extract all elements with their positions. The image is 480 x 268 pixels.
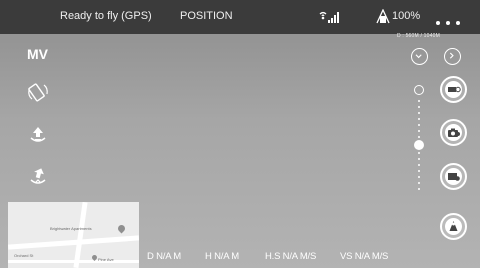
gimbal-reset-icon[interactable] <box>414 85 424 95</box>
flight-status[interactable]: Ready to fly (GPS) <box>60 10 152 22</box>
map-toggle-icon <box>445 218 462 235</box>
orientation-icon[interactable] <box>26 80 50 104</box>
battery-percent: 100% <box>392 10 421 22</box>
playback-icon <box>445 168 462 185</box>
gimbal-slider-handle[interactable] <box>414 140 424 150</box>
distance-readout: D : 560M / 1040M <box>397 33 440 39</box>
chevron-down-icon[interactable] <box>411 48 428 65</box>
flight-mode: POSITION <box>180 10 233 22</box>
camera-icon <box>445 124 462 141</box>
map-road <box>73 202 88 268</box>
video-mode-button[interactable] <box>440 76 467 103</box>
map-street-label: Orchard St <box>14 253 34 258</box>
mini-map[interactable]: Brightwater Apartments Orchard St Pine A… <box>8 202 139 268</box>
telemetry-vertical-speed: VS N/A M/S <box>340 251 389 262</box>
map-pin-icon <box>116 223 127 234</box>
map-road <box>8 260 139 263</box>
capture-button[interactable] <box>440 119 467 146</box>
telemetry-distance: D N/A M <box>147 251 181 262</box>
more-icon[interactable] <box>436 12 466 25</box>
map-road-label: Pine Ave <box>98 257 114 262</box>
status-bar: Ready to fly (GPS) POSITION 100% <box>0 0 480 34</box>
video-mode-icon <box>445 81 462 98</box>
playback-button[interactable] <box>440 163 467 190</box>
telemetry-height: H N/A M <box>205 251 239 262</box>
battery-icon <box>376 9 390 24</box>
satellite-signal-icon[interactable] <box>318 10 340 24</box>
map-place-label: Brightwater Apartments <box>50 226 92 231</box>
map-toggle-button[interactable] <box>440 213 467 240</box>
mv-mode-button[interactable]: MV <box>27 46 48 62</box>
telemetry-horizontal-speed: H.S N/A M/S <box>265 251 317 262</box>
return-home-icon[interactable] <box>26 164 50 188</box>
chevron-right-icon[interactable] <box>444 48 461 65</box>
camera-view: Ready to fly (GPS) POSITION 100% MV D: … <box>0 0 480 268</box>
takeoff-icon[interactable] <box>26 122 50 146</box>
map-road <box>8 235 139 250</box>
